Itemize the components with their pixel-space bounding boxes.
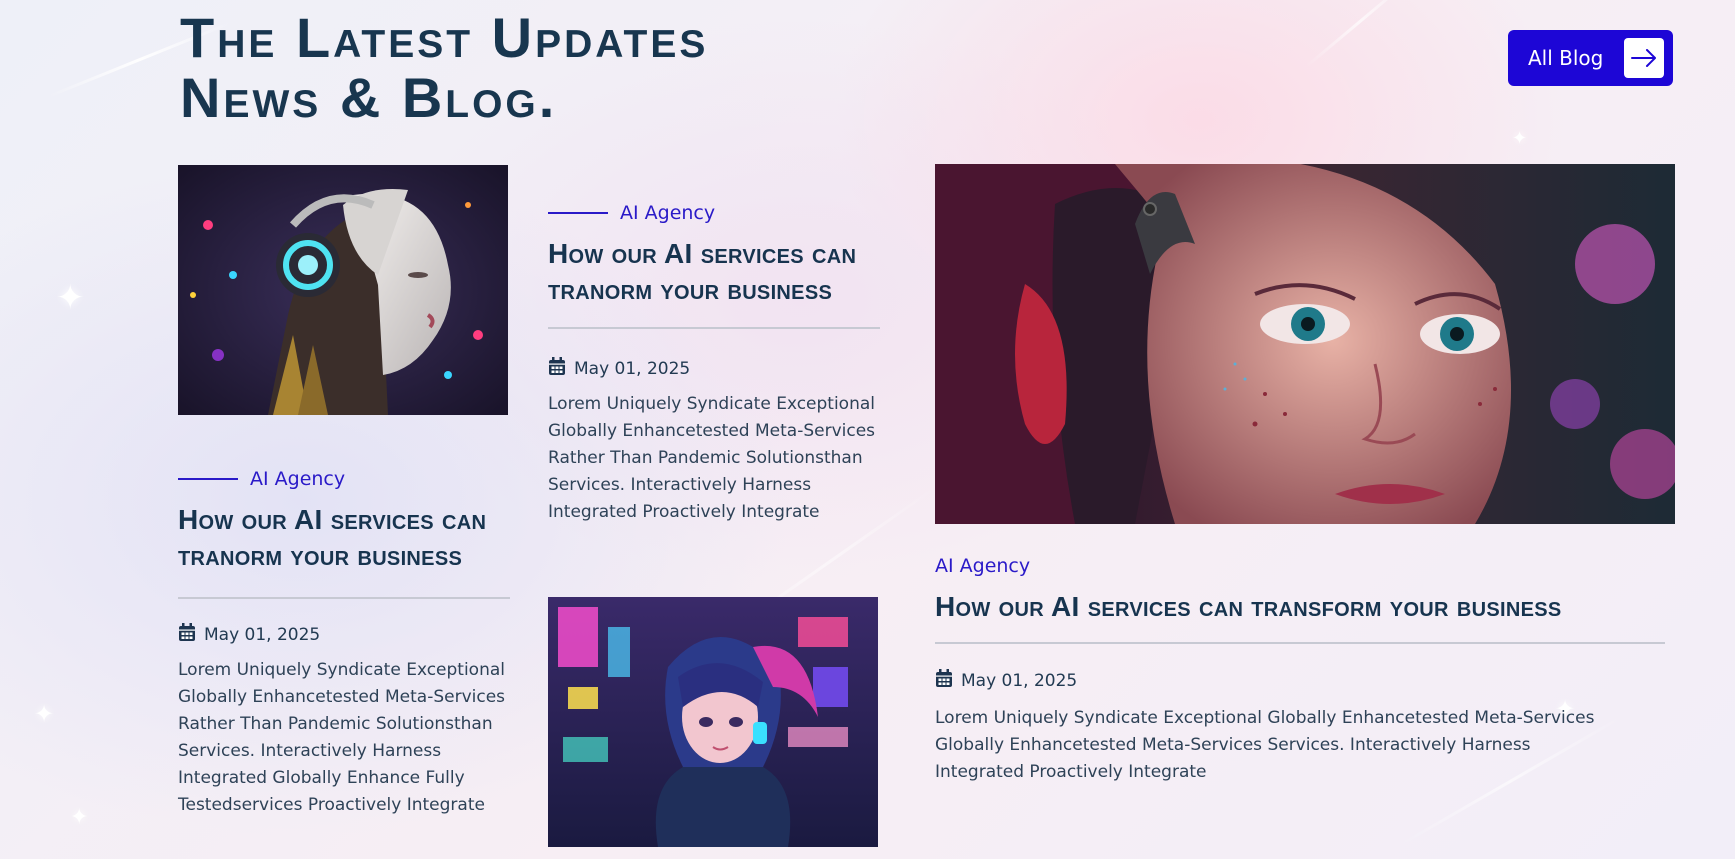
post-1-title-line-2: tranorm your business xyxy=(178,540,463,571)
all-blog-button[interactable]: All Blog xyxy=(1508,30,1673,86)
post-2-title-line-2: tranorm your business xyxy=(548,274,833,305)
category-line xyxy=(548,212,608,214)
all-blog-label: All Blog xyxy=(1528,46,1604,70)
post-2-image[interactable] xyxy=(548,597,878,847)
post-1-image[interactable] xyxy=(178,165,508,415)
post-3-category-label: AI Agency xyxy=(935,555,1031,577)
section-heading: The Latest Updates News & Blog. xyxy=(180,8,708,128)
post-1-title-line-1: How our AI services can xyxy=(178,504,487,535)
heading-line-2: News & Blog. xyxy=(180,66,558,129)
post-2-date: May 01, 2025 xyxy=(548,357,690,381)
calendar-icon xyxy=(548,357,566,381)
post-1-date: May 01, 2025 xyxy=(178,623,320,647)
post-3-description: Lorem Uniquely Syndicate Exceptional Glo… xyxy=(935,708,1595,782)
post-3-title-line-1: How our AI services can transform your b… xyxy=(935,591,1562,622)
post-2-date-text: May 01, 2025 xyxy=(574,359,691,379)
arrow-right-icon xyxy=(1624,38,1664,78)
post-3-divider xyxy=(935,642,1665,644)
post-1-category[interactable]: AI Agency xyxy=(178,468,345,490)
post-2-title[interactable]: How our AI services can tranorm your bus… xyxy=(548,236,888,308)
post-1-title[interactable]: How our AI services can tranorm your bus… xyxy=(178,502,518,574)
post-3-date: May 01, 2025 xyxy=(935,669,1077,693)
heading-line-1: The Latest Updates xyxy=(180,6,709,69)
post-2-title-line-1: How our AI services can xyxy=(548,238,857,269)
post-3-category[interactable]: AI Agency xyxy=(935,555,1030,577)
post-2-divider xyxy=(548,327,880,329)
post-3-title[interactable]: How our AI services can transform your b… xyxy=(935,589,1675,625)
post-1-category-label: AI Agency xyxy=(250,468,346,490)
post-3-image[interactable] xyxy=(935,164,1675,524)
post-2-description: Lorem Uniquely Syndicate Exceptional Glo… xyxy=(548,394,876,522)
post-2-category-label: AI Agency xyxy=(620,202,716,224)
calendar-icon xyxy=(935,669,953,693)
post-3-date-text: May 01, 2025 xyxy=(961,671,1078,691)
post-1-description: Lorem Uniquely Syndicate Exceptional Glo… xyxy=(178,660,506,815)
post-2-category[interactable]: AI Agency xyxy=(548,202,715,224)
category-line xyxy=(178,478,238,480)
post-1-divider xyxy=(178,597,510,599)
post-1-date-text: May 01, 2025 xyxy=(204,625,321,645)
calendar-icon xyxy=(178,623,196,647)
